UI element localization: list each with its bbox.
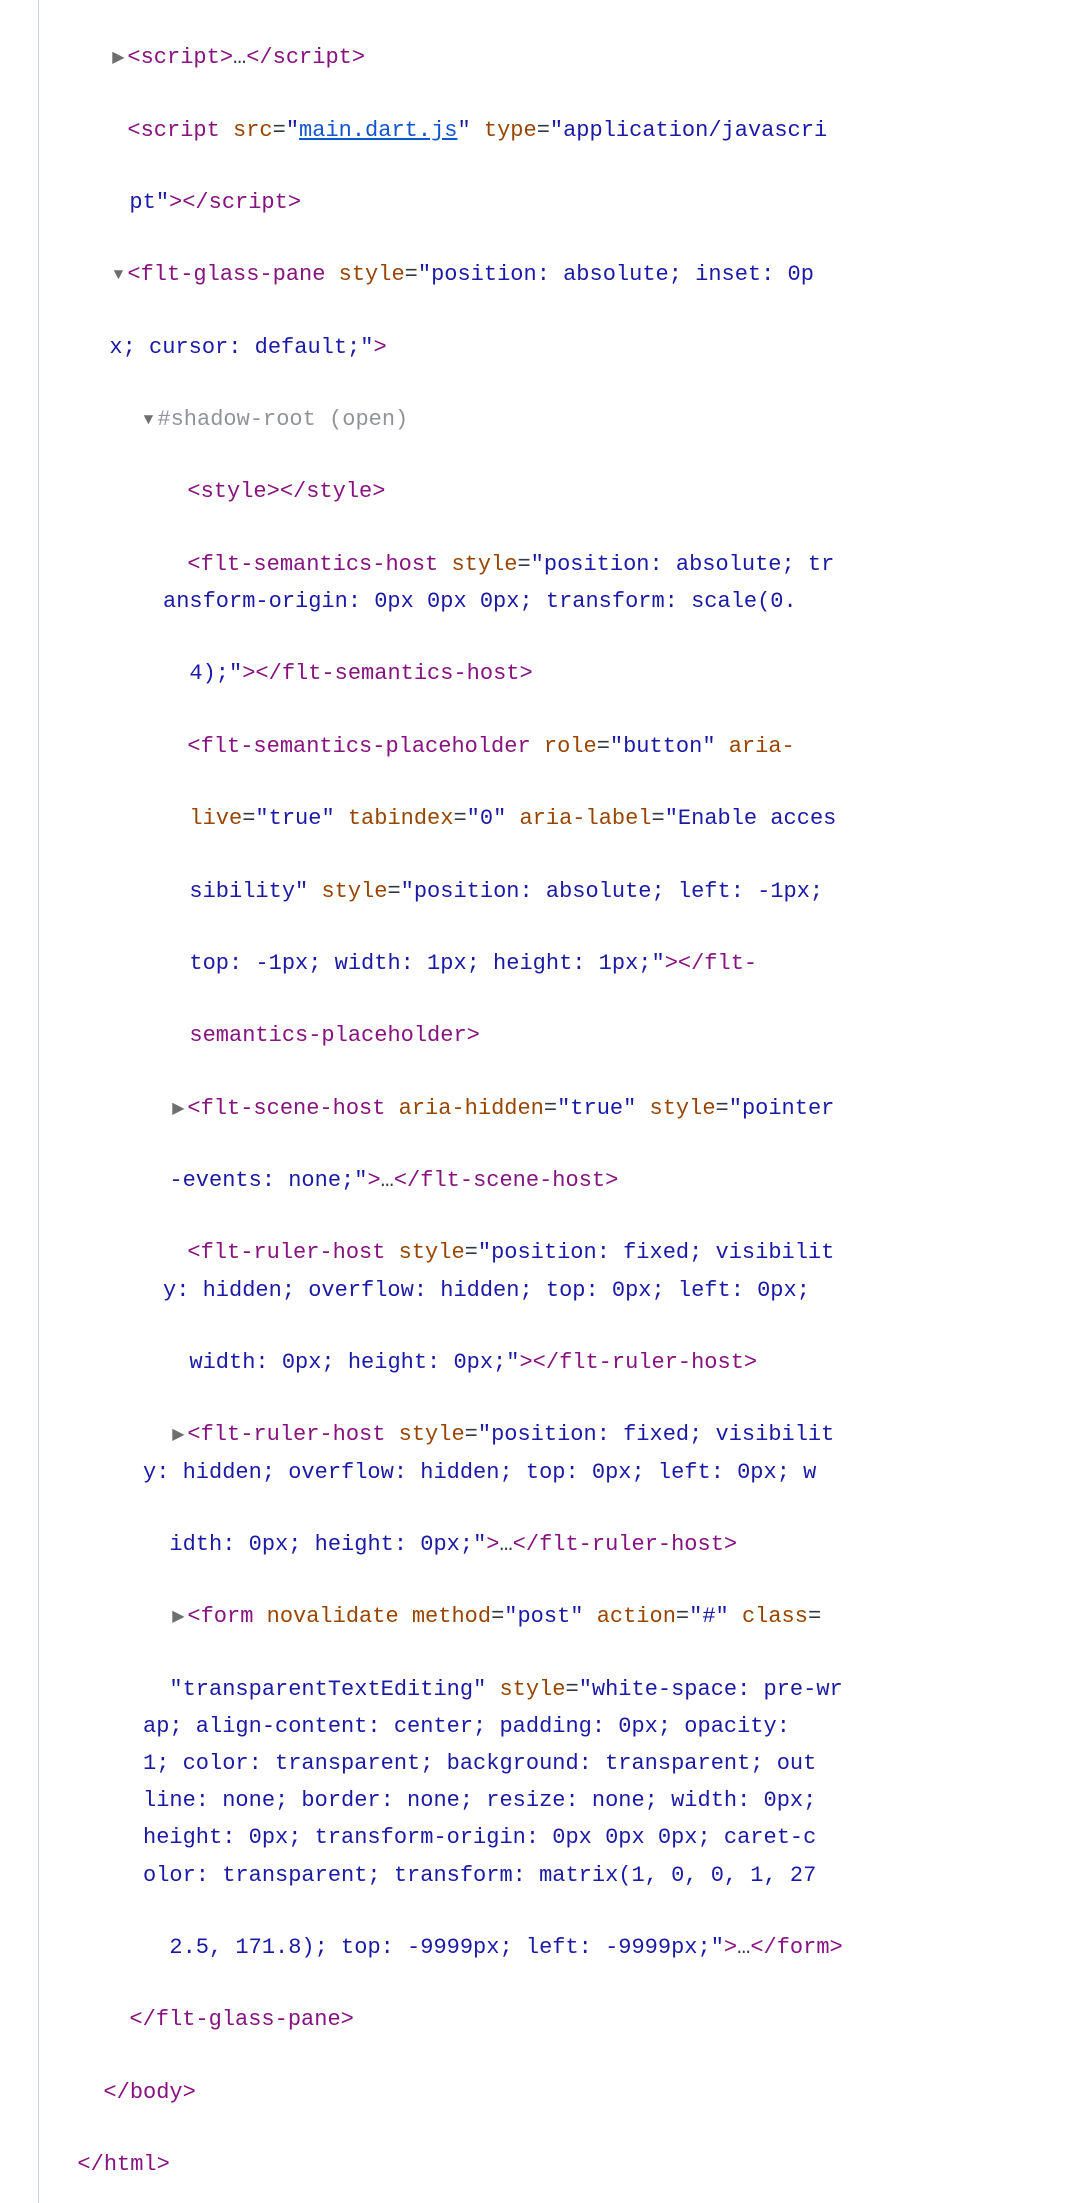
shadow-root-label[interactable]: #shadow-root (open) xyxy=(1,366,1072,438)
dom-node-script-main[interactable]: <script src="main.dart.js" type="applica… xyxy=(1,76,1072,148)
dom-node-wrap: idth: 0px; height: 0px;">…</flt-ruler-ho… xyxy=(1,1491,1072,1563)
dom-node-wrap: ansform-origin: 0px 0px 0px; transform: … xyxy=(1,583,1072,620)
link-main-dart-js[interactable]: main.dart.js xyxy=(299,118,457,143)
dom-node-wrap: y: hidden; overflow: hidden; top: 0px; l… xyxy=(1,1272,1072,1309)
dom-node-wrap: y: hidden; overflow: hidden; top: 0px; l… xyxy=(1,1454,1072,1491)
dom-node-close-flt-glass-pane[interactable]: </flt-glass-pane> xyxy=(1,1966,1072,2038)
dom-node-flt-glass-pane[interactable]: <flt-glass-pane style="position: absolut… xyxy=(1,221,1072,293)
dom-node-wrap: width: 0px; height: 0px;"></flt-ruler-ho… xyxy=(1,1309,1072,1381)
dom-node-flt-semantics-host[interactable]: <flt-semantics-host style="position: abs… xyxy=(1,511,1072,583)
collapse-arrow-icon[interactable] xyxy=(139,408,157,434)
dom-node-close-body[interactable]: </body> xyxy=(1,2039,1072,2111)
dom-node-close-html[interactable]: </html> xyxy=(1,2111,1072,2183)
dom-node-form[interactable]: <form novalidate method="post" action="#… xyxy=(1,1563,1072,1635)
dom-node-wrap: "transparentTextEditing" style="white-sp… xyxy=(1,1635,1072,1707)
dom-node-flt-scene-host[interactable]: <flt-scene-host aria-hidden="true" style… xyxy=(1,1054,1072,1126)
dom-node-wrap: top: -1px; width: 1px; height: 1px;"></f… xyxy=(1,910,1072,982)
dom-node-wrap: pt"></script> xyxy=(1,149,1072,221)
dom-node-wrap: sibility" style="position: absolute; lef… xyxy=(1,837,1072,909)
dom-node-flt-ruler-host-1[interactable]: <flt-ruler-host style="position: fixed; … xyxy=(1,1199,1072,1271)
dom-node-wrap: semantics-placeholder> xyxy=(1,982,1072,1054)
collapse-arrow-icon[interactable] xyxy=(109,263,127,289)
dom-node-wrap: 2.5, 171.8); top: -9999px; left: -9999px… xyxy=(1,1894,1072,1966)
dom-node-wrap: ap; align-content: center; padding: 0px;… xyxy=(1,1708,1072,1745)
expand-arrow-icon[interactable] xyxy=(169,1605,187,1631)
dom-node-wrap: height: 0px; transform-origin: 0px 0px 0… xyxy=(1,1819,1072,1856)
expand-arrow-icon[interactable] xyxy=(169,1097,187,1123)
dom-node-wrap: -events: none;">…</flt-scene-host> xyxy=(1,1127,1072,1199)
dom-node-flt-semantics-placeholder[interactable]: <flt-semantics-placeholder role="button"… xyxy=(1,693,1072,765)
dom-node-script-collapsed[interactable]: <script>…</script> xyxy=(1,4,1072,76)
expand-arrow-icon[interactable] xyxy=(169,1423,187,1449)
dom-tree: <script>…</script> <script src="main.dar… xyxy=(1,0,1072,2203)
dom-node-style-empty[interactable]: <style></style> xyxy=(1,438,1072,510)
dom-node-flt-ruler-host-2[interactable]: <flt-ruler-host style="position: fixed; … xyxy=(1,1381,1072,1453)
dom-node-wrap: 1; color: transparent; background: trans… xyxy=(1,1745,1072,1782)
expand-arrow-icon[interactable] xyxy=(109,46,127,72)
dom-node-wrap: olor: transparent; transform: matrix(1, … xyxy=(1,1857,1072,1894)
dom-node-wrap: live="true" tabindex="0" aria-label="Ena… xyxy=(1,765,1072,837)
dom-node-wrap: x; cursor: default;"> xyxy=(1,294,1072,366)
dom-node-wrap: 4);"></flt-semantics-host> xyxy=(1,620,1072,692)
dom-node-wrap: line: none; border: none; resize: none; … xyxy=(1,1782,1072,1819)
